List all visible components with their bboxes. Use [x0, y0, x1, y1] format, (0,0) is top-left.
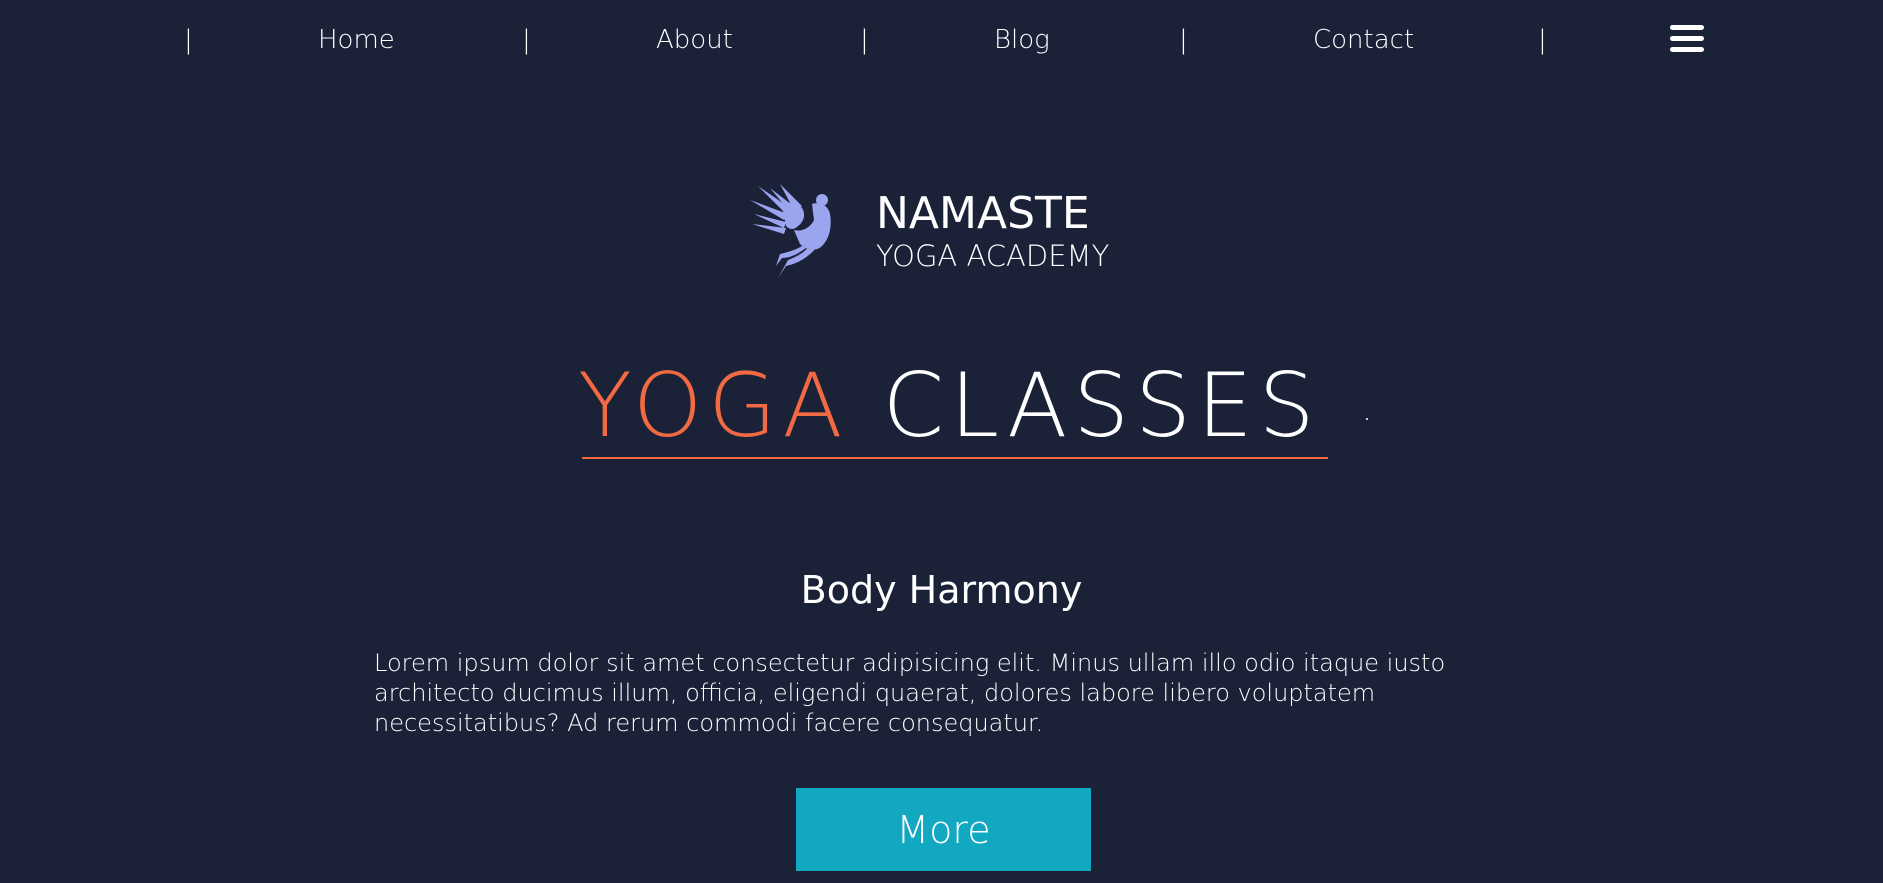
nav-link-about[interactable]: About [656, 24, 733, 56]
section-heading: Body Harmony [800, 568, 1083, 612]
nav-link-contact[interactable]: Contact [1313, 24, 1414, 56]
section-description: Lorem ipsum dolor sit amet consectetur a… [374, 649, 1446, 737]
page-title-rest: CLASSES [882, 354, 1321, 457]
nav-link-blog[interactable]: Blog [994, 24, 1050, 56]
flying-figure-icon [750, 184, 831, 278]
brand-name: NAMASTE [876, 188, 1090, 239]
brand-subtitle: YOGA ACADEMY [876, 239, 1110, 273]
page-title: YOGA CLASSES [578, 352, 1320, 460]
hamburger-menu-icon[interactable] [1670, 25, 1704, 55]
page-title-accent: YOGA [578, 354, 849, 457]
nav-separator: | [860, 25, 869, 55]
site-logo[interactable]: NAMASTE YOGA ACADEMY [750, 182, 1150, 282]
nav-separator: | [1538, 25, 1547, 55]
nav-link-home[interactable]: Home [318, 24, 395, 56]
nav-separator: | [184, 25, 193, 55]
nav-separator: | [1179, 25, 1188, 55]
more-button[interactable]: More [796, 788, 1091, 871]
top-navigation: | Home | About | Blog | Contact | [0, 0, 1883, 82]
title-underline [582, 457, 1328, 459]
nav-separator: | [522, 25, 531, 55]
decorative-dot [1366, 418, 1368, 420]
